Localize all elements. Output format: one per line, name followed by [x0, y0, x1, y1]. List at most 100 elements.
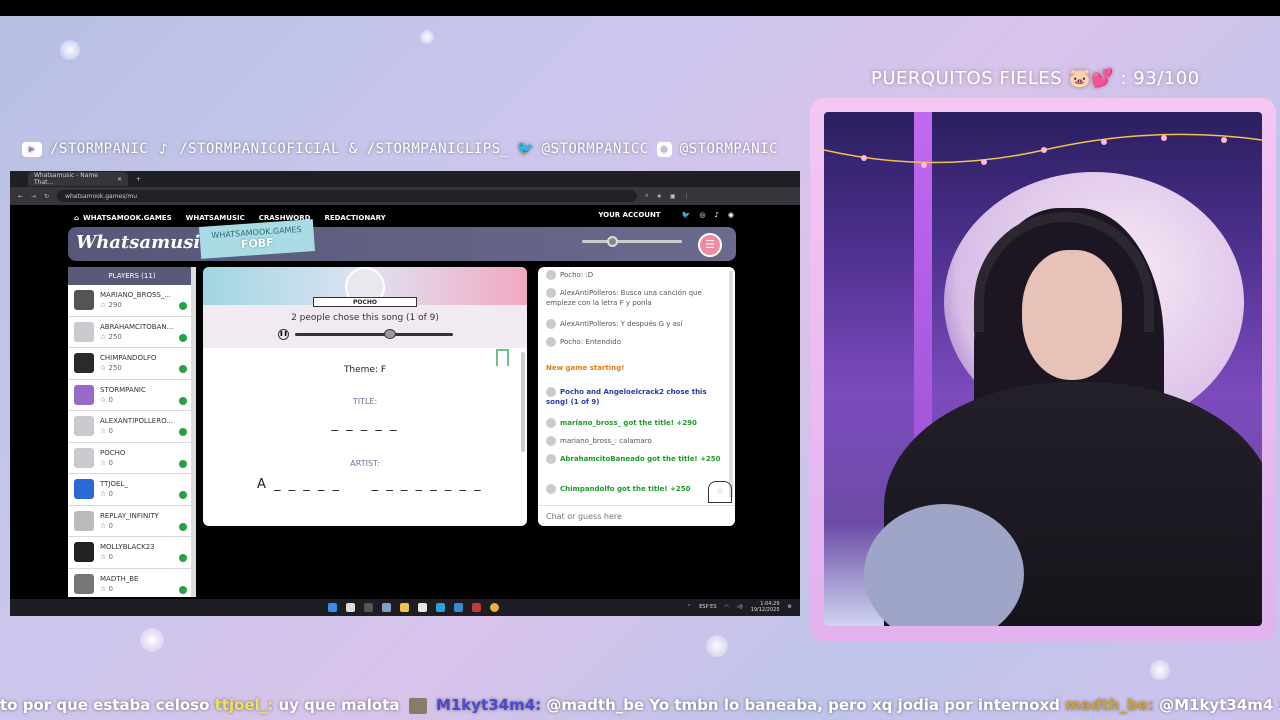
song-progress[interactable]	[295, 329, 453, 339]
progress-head[interactable]	[383, 329, 396, 339]
nav-link-whatsamook[interactable]: WHATSAMOOK.GAMES	[83, 214, 172, 222]
account-link[interactable]: YOUR ACCOUNT	[598, 211, 660, 219]
pause-button[interactable]: ❚❚	[278, 329, 289, 340]
player-info: ABRAHAMCITOBAN... ☆ 250	[100, 323, 173, 341]
volume-slider[interactable]	[582, 236, 682, 247]
folder-icon[interactable]	[400, 603, 409, 612]
player-row[interactable]: TTJOEL_ ☆ 0	[68, 474, 196, 506]
chrome-icon[interactable]	[490, 603, 499, 612]
volume-icon[interactable]: ◁)	[737, 604, 743, 610]
menu-button[interactable]: ☰	[698, 233, 722, 257]
player-info: MARIANO_BROSS_... ☆ 290	[100, 291, 171, 309]
browser-menu-icon[interactable]: ⋮	[684, 193, 690, 200]
url-text: whatsamook.games/mu	[65, 192, 138, 200]
chat-avatar	[546, 454, 556, 464]
like-song-icon[interactable]: ☆	[708, 481, 732, 503]
ticker-message: @madth_be Yo tmbn lo baneaba, pero xq jo…	[546, 696, 1060, 714]
address-bar[interactable]: whatsamook.games/mu	[57, 190, 638, 202]
player-row[interactable]: CHIMPANDOLFO ☆ 250	[68, 348, 196, 380]
player-row[interactable]: REPLAY_INFINITY ☆ 0	[68, 506, 196, 537]
player-row[interactable]: ABRAHAMCITOBAN... ☆ 250	[68, 317, 196, 348]
ticker-username: madth_be:	[1065, 696, 1154, 714]
player-avatar	[74, 416, 94, 437]
game-header: Whatsamusic WHATSAMOOK.GAMES FOBF ☰	[68, 219, 736, 261]
player-avatar	[74, 542, 94, 563]
extensions-icon[interactable]: ▣	[670, 193, 676, 200]
instagram-icon: ◎	[656, 141, 672, 157]
browser-tab-strip: Whatsamusic - Name That... ✕ +	[10, 171, 800, 187]
chat-avatar	[546, 288, 556, 298]
chat-message: New game starting!	[546, 363, 724, 373]
chat-avatar	[546, 337, 556, 347]
tray-date: 19/12/2025	[750, 607, 780, 613]
browser-tab[interactable]: Whatsamusic - Name That... ✕	[28, 172, 128, 186]
discord-icon[interactable]: ◉	[728, 211, 734, 219]
notifications-icon[interactable]: ⚙	[788, 604, 792, 610]
game-top: POCHO 2 people chose this song (1 of 9) …	[203, 267, 527, 348]
instagram-icon[interactable]: ◎	[699, 211, 705, 219]
app-icon[interactable]	[418, 603, 427, 612]
title-label: TITLE:	[352, 397, 378, 406]
player-row[interactable]: MADTH_BE ☆ 0	[68, 569, 196, 598]
tiktok-icon[interactable]: ♪	[714, 211, 718, 219]
chat-scrollbar[interactable]	[729, 271, 733, 497]
tray-chevron-icon[interactable]: ⌃	[687, 604, 691, 610]
back-icon[interactable]: ←	[18, 193, 23, 200]
tray-clock[interactable]: 1:04:29 19/12/2025	[751, 601, 780, 613]
chat-message: mariano_bross_: calamaro	[546, 436, 724, 446]
player-row[interactable]: MARIANO_BROSS_... ☆ 290	[68, 285, 196, 317]
forward-icon[interactable]: →	[31, 193, 36, 200]
volume-knob[interactable]	[607, 236, 618, 247]
reload-icon[interactable]: ↻	[44, 193, 49, 200]
nav-link-redactionary[interactable]: REDACTIONARY	[324, 214, 385, 222]
wifi-icon[interactable]: ◠	[725, 604, 729, 610]
twitter-icon: 🐦	[516, 141, 535, 157]
bookmark-icon[interactable]	[496, 349, 509, 366]
player-score: ☆ 0	[100, 553, 113, 562]
app-icon[interactable]	[472, 603, 481, 612]
game-scrollbar[interactable]	[521, 352, 525, 452]
drawer-name: POCHO	[313, 297, 417, 307]
app-icon[interactable]	[364, 603, 373, 612]
sparkle-decoration	[706, 635, 728, 657]
tray-language[interactable]: ESP ES	[699, 604, 716, 610]
nav-link-whatsamusic[interactable]: WHATSAMUSIC	[186, 214, 245, 222]
chat-message-text: Pocho: Entendido	[560, 338, 621, 346]
app-icon[interactable]	[454, 603, 463, 612]
chat-ticker: to por que estaba celoso ttjoel_: uy que…	[0, 690, 1280, 720]
tab-close-icon[interactable]: ✕	[117, 176, 122, 183]
player-row[interactable]: POCHO ☆ 0	[68, 443, 196, 474]
edge-icon[interactable]	[436, 603, 445, 612]
players-scrollbar[interactable]	[191, 267, 196, 597]
bookmark-star-icon[interactable]: ★	[656, 193, 661, 200]
ready-check-icon	[179, 554, 187, 562]
new-tab-icon[interactable]: +	[136, 176, 141, 183]
steam-icon[interactable]	[382, 603, 391, 612]
chat-input[interactable]	[538, 505, 735, 526]
chat-message: Chimpandolfo got the title! +250	[546, 484, 724, 494]
sparkle-decoration	[420, 30, 434, 44]
chat-message-text: mariano_bross_: calamaro	[560, 437, 652, 445]
search-taskbar-icon[interactable]	[346, 603, 355, 612]
player-row[interactable]: MOLLYBLACK23 ☆ 0	[68, 537, 196, 569]
zoom-icon[interactable]: ⌕	[645, 192, 648, 200]
player-row[interactable]: STORMPANIC ☆ 0	[68, 380, 196, 411]
site-logo[interactable]: Whatsamusic	[76, 232, 211, 253]
tiktok-handle: /STORMPANICOFICIAL & /STORMPANICLIPS_	[179, 141, 510, 157]
player-info: ALEXANTIPOLLERO... ☆ 0	[100, 417, 173, 435]
twitter-icon[interactable]: 🐦	[682, 211, 691, 219]
chat-avatar	[546, 484, 556, 494]
ready-check-icon	[179, 522, 187, 531]
chat-message-text: Chimpandolfo got the title! +250	[560, 485, 691, 493]
player-avatar	[74, 290, 94, 311]
player-row[interactable]: ALEXANTIPOLLERO... ☆ 0	[68, 411, 196, 443]
social-banner: ▶ /STORMPANIC ♪ /STORMPANICOFICIAL & /ST…	[22, 138, 778, 160]
player-name: CHIMPANDOLFO	[100, 354, 157, 363]
player-info: REPLAY_INFINITY ☆ 0	[100, 512, 159, 530]
youtube-icon: ▶	[22, 141, 42, 157]
theme-text: Theme: F	[343, 365, 387, 375]
nav-home-icon[interactable]: ⌂	[74, 214, 79, 222]
tiktok-icon: ♪	[158, 140, 169, 158]
artist-label: ARTIST:	[350, 459, 380, 468]
start-icon[interactable]	[328, 603, 337, 612]
